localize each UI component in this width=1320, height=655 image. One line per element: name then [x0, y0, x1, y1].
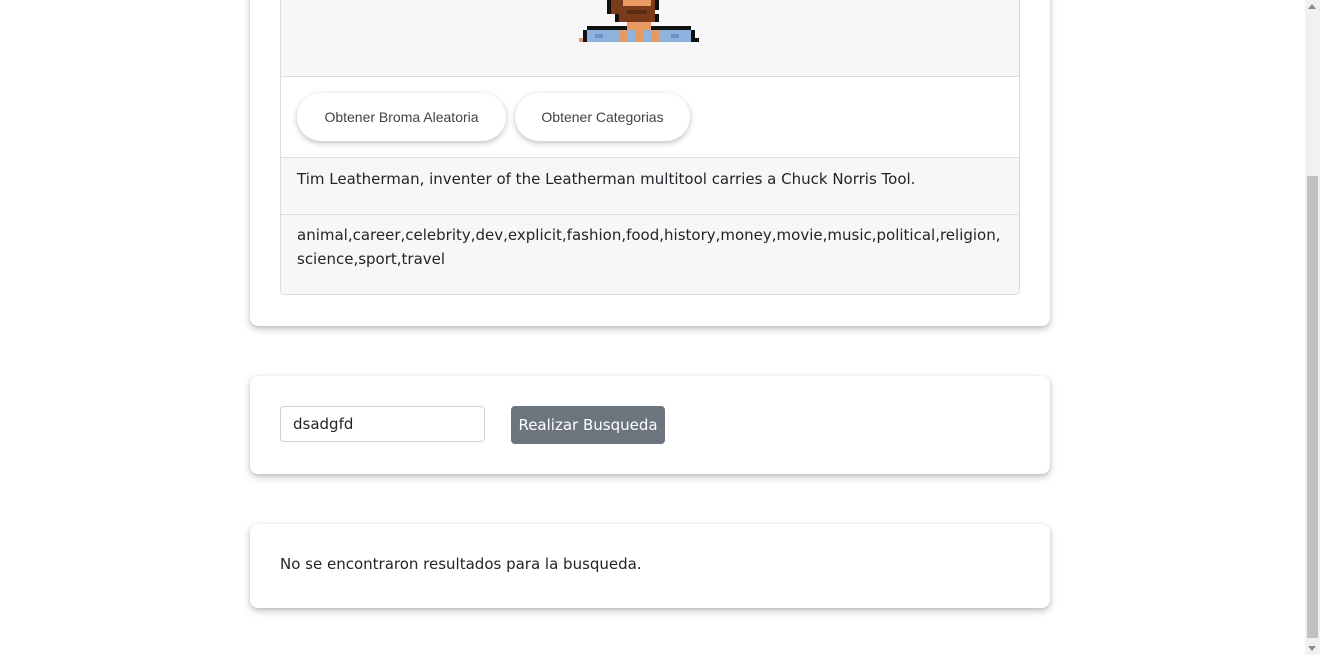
joke-panel: Obtener Broma Aleatoria Obtener Categori… — [280, 0, 1020, 295]
joke-card: Obtener Broma Aleatoria Obtener Categori… — [250, 0, 1050, 326]
search-input[interactable] — [280, 406, 485, 442]
get-categories-button[interactable]: Obtener Categorias — [515, 93, 690, 141]
joke-actions: Obtener Broma Aleatoria Obtener Categori… — [281, 77, 1019, 158]
random-joke-button[interactable]: Obtener Broma Aleatoria — [297, 93, 506, 141]
scroll-down-arrow-icon[interactable] — [1308, 646, 1316, 651]
scroll-up-arrow-icon[interactable] — [1308, 4, 1316, 9]
scrollbar-thumb[interactable] — [1307, 176, 1318, 638]
categories-row: animal,career,celebrity,dev,explicit,fas… — [281, 215, 1019, 294]
categories-text: animal,career,celebrity,dev,explicit,fas… — [297, 226, 1001, 268]
page-scrollbar[interactable] — [1305, 0, 1320, 655]
joke-image-area — [281, 0, 1019, 77]
joke-row: Tim Leatherman, inventer of the Leatherm… — [281, 158, 1019, 215]
search-button[interactable]: Realizar Busqueda — [511, 406, 665, 444]
joke-text: Tim Leatherman, inventer of the Leatherm… — [297, 170, 916, 188]
chuck-norris-avatar-icon — [579, 0, 699, 42]
results-card: No se encontraron resultados para la bus… — [250, 524, 1050, 608]
no-results-message: No se encontraron resultados para la bus… — [280, 555, 642, 573]
search-card: Realizar Busqueda — [250, 376, 1050, 474]
